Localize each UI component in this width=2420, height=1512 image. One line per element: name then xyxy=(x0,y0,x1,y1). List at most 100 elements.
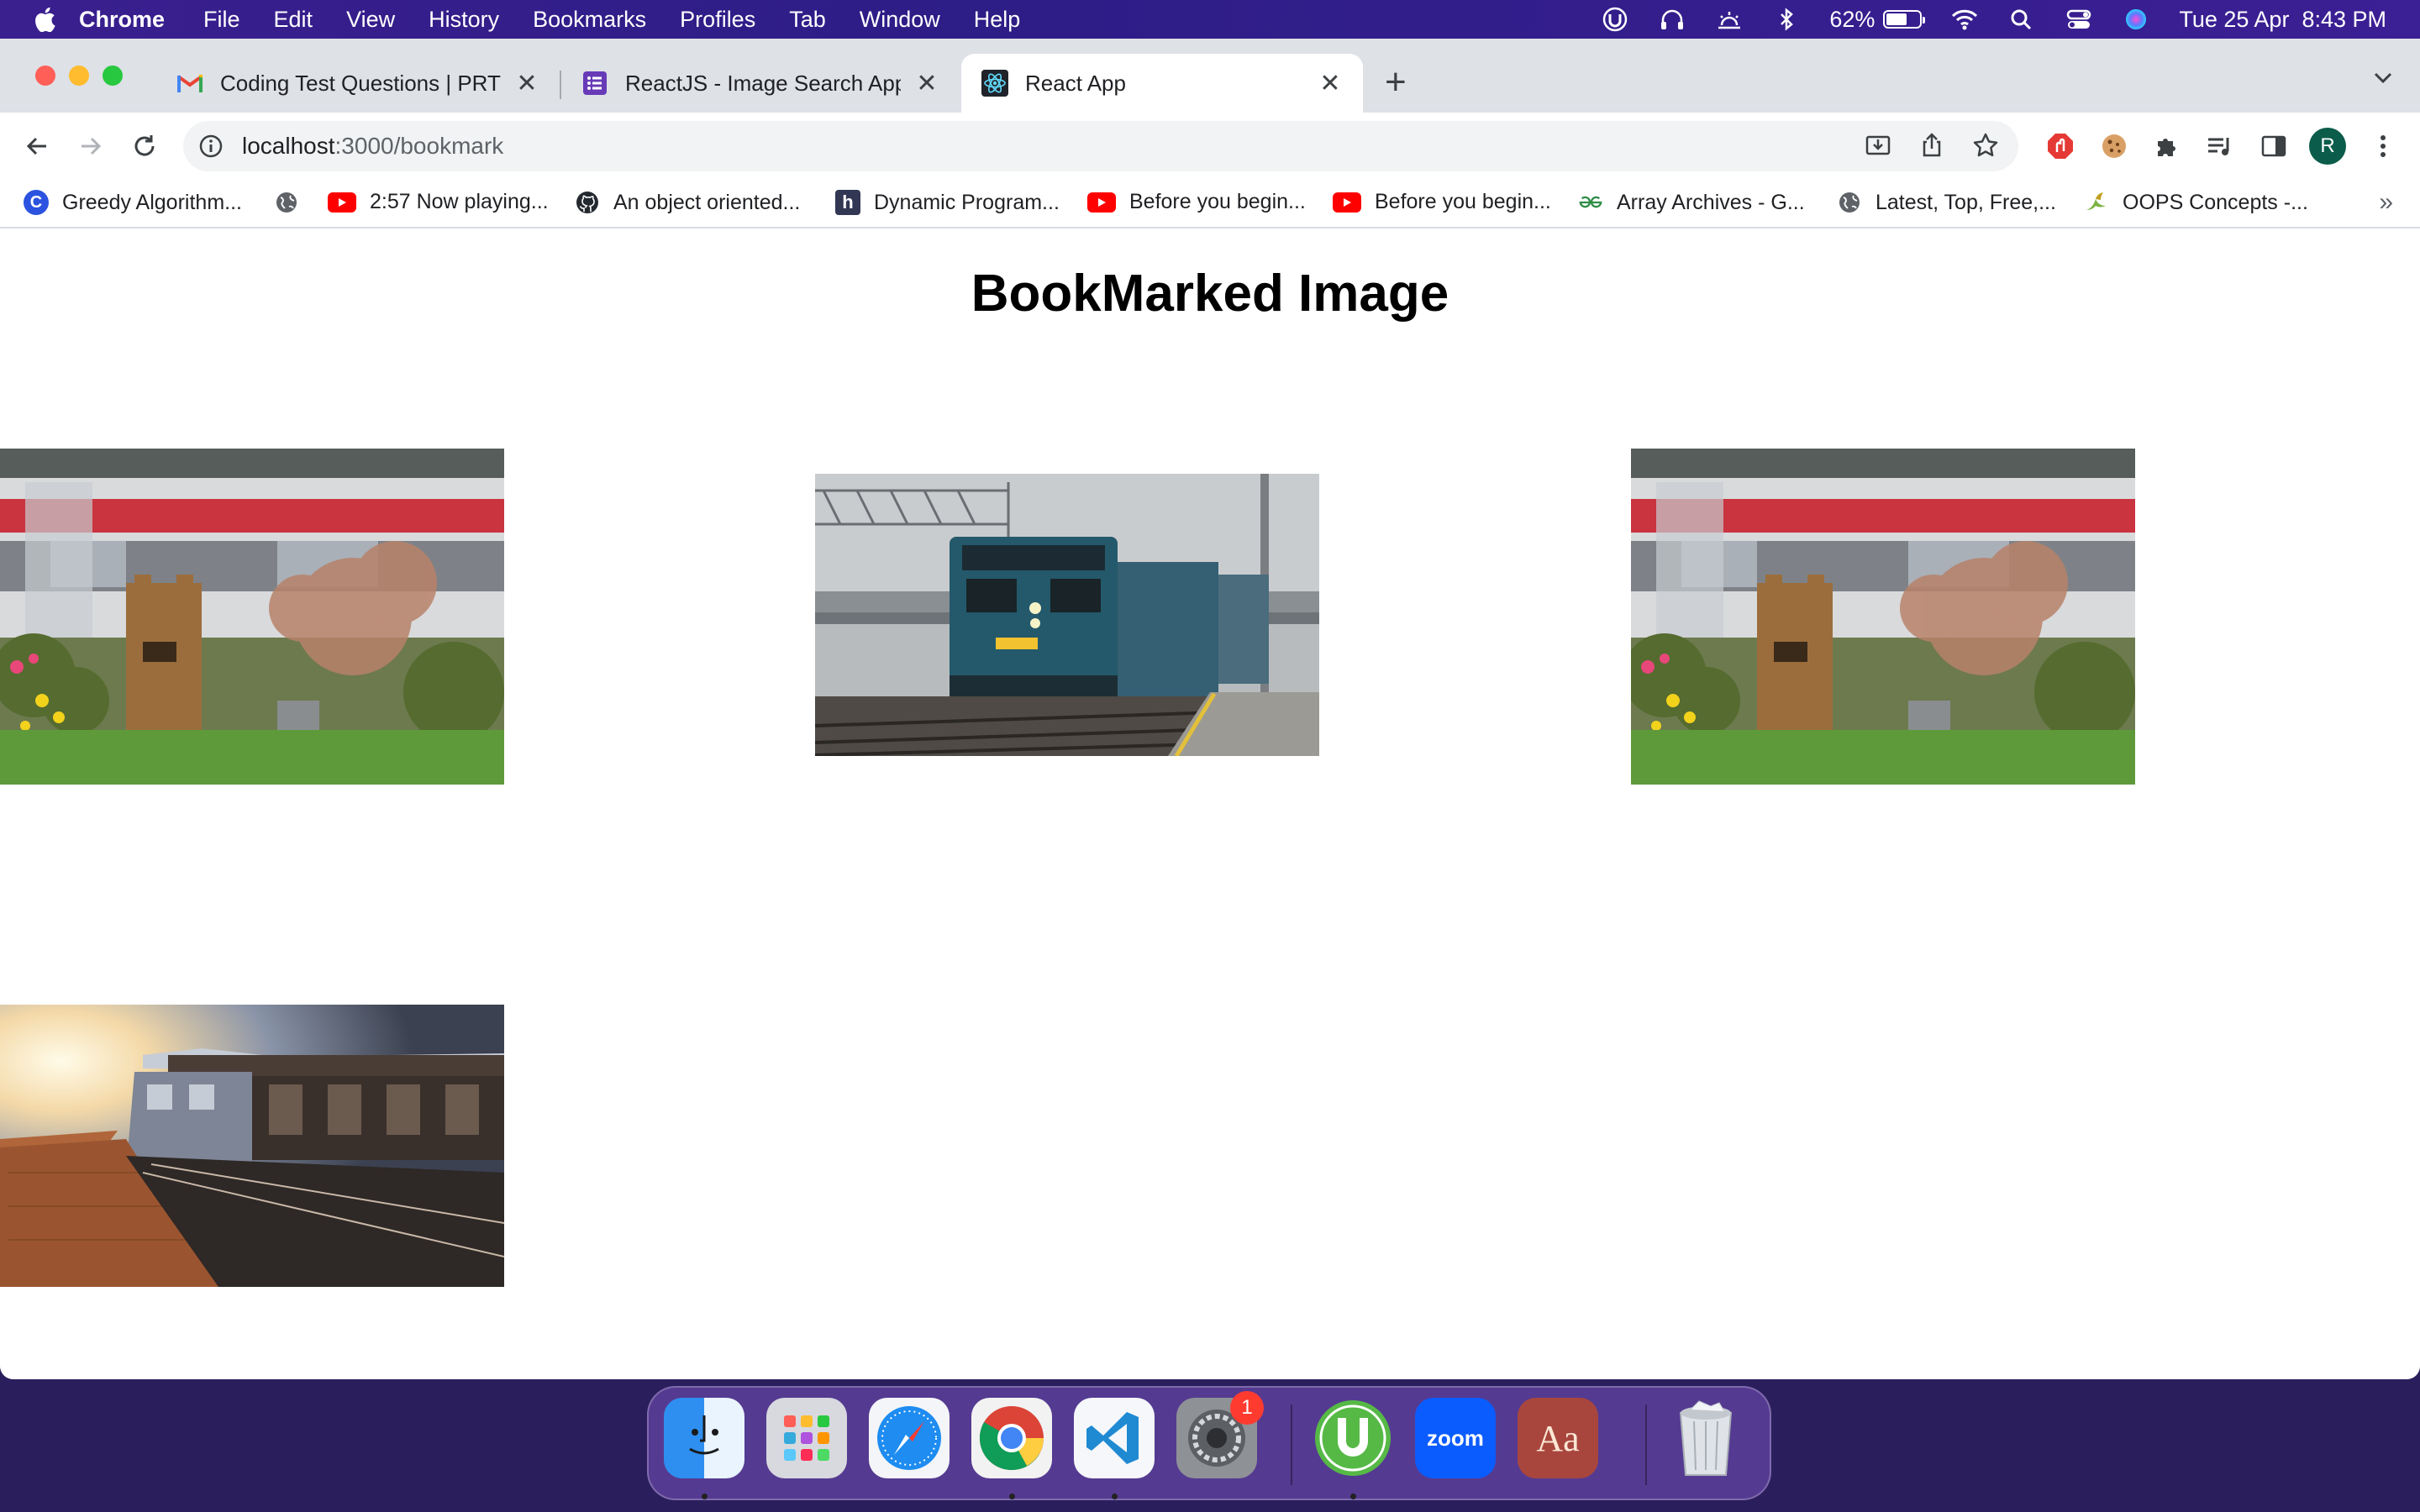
utorrent-status-icon[interactable] xyxy=(1601,7,1629,32)
fullscreen-window-button[interactable] xyxy=(103,66,123,86)
bookmarks-overflow-button[interactable]: » xyxy=(2379,188,2393,217)
youtube-icon xyxy=(1087,192,1116,213)
bookmark-item[interactable]: Latest, Top, Free,... xyxy=(1837,190,2056,215)
menu-history[interactable]: History xyxy=(429,7,499,33)
running-indicator xyxy=(1112,1494,1118,1499)
side-panel-icon[interactable] xyxy=(2257,129,2291,163)
bookmark-label: Greedy Algorithm... xyxy=(62,190,242,214)
bookmark-label: OOPS Concepts -... xyxy=(2123,190,2308,214)
siri-icon[interactable] xyxy=(2122,7,2150,32)
tab-react-app[interactable]: React App ✕ xyxy=(961,54,1363,113)
battery-icon xyxy=(1883,10,1926,29)
globe-icon xyxy=(1837,190,1862,215)
bookmarks-bar: C Greedy Algorithm... 2:57 Now playing..… xyxy=(0,180,2420,228)
tab-title: Coding Test Questions | PRT Te xyxy=(220,70,501,96)
tab-search-chevron-icon[interactable] xyxy=(2371,67,2395,87)
bookmark-item[interactable]: Before you begin... xyxy=(1333,190,1551,214)
bookmark-item[interactable]: h Dynamic Program... xyxy=(835,190,1060,215)
adblock-extension-icon[interactable] xyxy=(2044,129,2077,163)
extensions-puzzle-icon[interactable] xyxy=(2149,129,2183,163)
control-center-icon[interactable] xyxy=(2065,7,2093,32)
utorrent-icon[interactable] xyxy=(1313,1398,1393,1478)
menu-edit[interactable]: Edit xyxy=(274,7,313,33)
chrome-menu-icon[interactable] xyxy=(2366,129,2400,163)
menu-bookmarks[interactable]: Bookmarks xyxy=(533,7,646,33)
bookmark-item[interactable]: C Greedy Algorithm... xyxy=(24,190,242,215)
close-tab-icon[interactable]: ✕ xyxy=(514,69,539,98)
apple-menu-icon[interactable] xyxy=(34,7,55,32)
page-content: BookMarked Image xyxy=(0,228,2420,1379)
launchpad-icon[interactable] xyxy=(766,1398,847,1478)
menu-window[interactable]: Window xyxy=(860,7,940,33)
bookmark-item[interactable]: Array Archives - G... xyxy=(1578,190,1805,215)
profile-avatar[interactable]: R xyxy=(2309,128,2346,165)
tab-title: React App xyxy=(1025,70,1126,96)
bookmarked-image-garden-train[interactable] xyxy=(0,449,504,785)
spotlight-search-icon[interactable] xyxy=(2007,7,2036,32)
close-tab-icon[interactable]: ✕ xyxy=(914,69,939,98)
finder-icon[interactable] xyxy=(664,1398,744,1478)
tab-strip: Coding Test Questions | PRT Te ✕ ReactJS… xyxy=(0,39,2420,113)
bookmark-item[interactable] xyxy=(274,190,313,215)
running-indicator xyxy=(702,1494,708,1499)
forward-arrow-icon[interactable] xyxy=(74,129,108,163)
minimize-window-button[interactable] xyxy=(69,66,89,86)
youtube-icon xyxy=(328,192,356,213)
clock-datetime[interactable]: Tue 25 Apr 8:43 PM xyxy=(2179,7,2386,33)
trash-icon[interactable] xyxy=(1665,1398,1746,1478)
dictionary-label: Aa xyxy=(1536,1417,1580,1459)
new-tab-button[interactable]: + xyxy=(1385,64,1407,101)
page-title: BookMarked Image xyxy=(971,265,1449,323)
back-arrow-icon[interactable] xyxy=(20,129,54,163)
close-tab-icon[interactable]: ✕ xyxy=(1318,69,1343,98)
globe-icon xyxy=(274,190,299,215)
dock-divider xyxy=(1645,1404,1647,1485)
bookmark-label: Latest, Top, Free,... xyxy=(1876,190,2056,214)
bookmark-star-icon[interactable] xyxy=(1971,131,2000,160)
bookmark-item[interactable]: 2:57 Now playing... xyxy=(328,190,549,214)
close-window-button[interactable] xyxy=(35,66,55,86)
menu-view[interactable]: View xyxy=(346,7,395,33)
reload-icon[interactable] xyxy=(128,129,161,163)
share-icon[interactable] xyxy=(1918,131,1946,160)
bookmark-label: Before you begin... xyxy=(1375,190,1551,213)
install-app-icon[interactable] xyxy=(1864,131,1892,160)
menu-file[interactable]: File xyxy=(203,7,240,33)
media-controls-icon[interactable] xyxy=(2203,129,2237,163)
url-host: localhost xyxy=(242,133,335,159)
bookmark-item[interactable]: OOPS Concepts -... xyxy=(2084,190,2308,215)
bookmarked-image-sunset-platform-train[interactable] xyxy=(0,1005,504,1287)
tab-coding-test-questions[interactable]: Coding Test Questions | PRT Te ✕ xyxy=(156,54,560,113)
site-info-icon[interactable] xyxy=(198,134,224,159)
menu-tab[interactable]: Tab xyxy=(789,7,826,33)
gmail-icon xyxy=(176,70,203,97)
battery-status[interactable]: 62% xyxy=(1829,7,1926,33)
running-indicator xyxy=(1009,1494,1015,1499)
zoom-icon[interactable]: zoom xyxy=(1415,1398,1496,1478)
safari-icon[interactable] xyxy=(869,1398,950,1478)
menu-profiles[interactable]: Profiles xyxy=(680,7,755,33)
address-bar[interactable]: localhost:3000/bookmark xyxy=(183,121,2018,171)
bookmarked-image-via-rail-locomotive[interactable] xyxy=(815,474,1319,756)
url-text[interactable]: localhost:3000/bookmark xyxy=(242,133,503,160)
menu-app-name[interactable]: Chrome xyxy=(79,7,165,33)
bookmark-item[interactable]: Before you begin... xyxy=(1087,190,1306,214)
running-indicator xyxy=(1350,1494,1356,1499)
vscode-icon[interactable] xyxy=(1074,1398,1155,1478)
headphones-icon[interactable] xyxy=(1658,7,1686,32)
wifi-icon[interactable] xyxy=(1950,7,1979,32)
bluetooth-icon[interactable] xyxy=(1772,7,1801,32)
night-shift-icon[interactable] xyxy=(1715,7,1744,32)
browser-toolbar: localhost:3000/bookmark R xyxy=(0,113,2420,180)
dock-divider xyxy=(1291,1404,1292,1485)
chrome-icon[interactable] xyxy=(971,1398,1052,1478)
macos-dock: 1 zoom Aa xyxy=(647,1386,1771,1500)
bookmark-label: Before you begin... xyxy=(1129,190,1306,213)
tab-image-search-app[interactable]: ReactJS - Image Search App ✕ xyxy=(561,54,960,113)
system-settings-icon[interactable]: 1 xyxy=(1176,1391,1264,1478)
dictionary-icon[interactable]: Aa xyxy=(1518,1398,1598,1478)
bookmark-item[interactable]: An object oriented... xyxy=(575,190,800,215)
cookie-extension-icon[interactable] xyxy=(2097,129,2131,163)
bookmarked-image-garden-train[interactable] xyxy=(1631,449,2135,785)
menu-help[interactable]: Help xyxy=(974,7,1021,33)
